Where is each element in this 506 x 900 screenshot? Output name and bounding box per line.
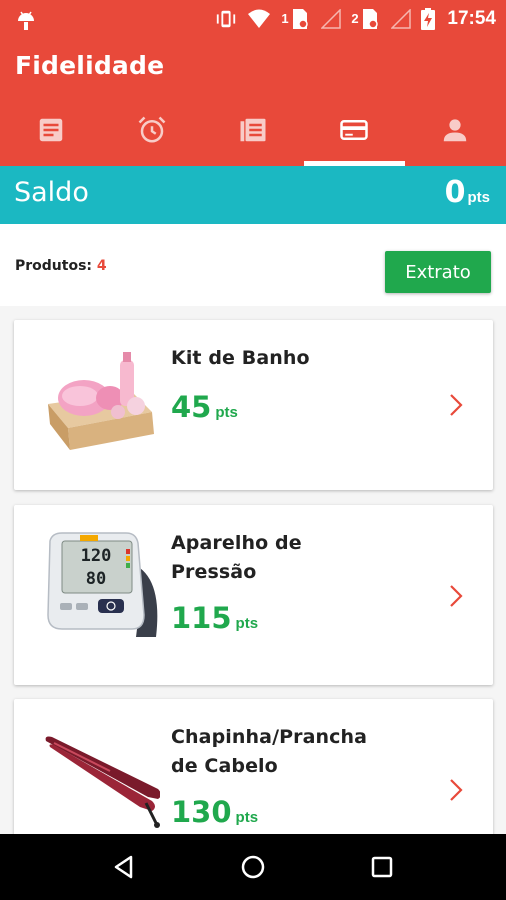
svg-text:80: 80: [86, 569, 106, 589]
back-icon[interactable]: [109, 852, 139, 882]
android-icon: [18, 11, 34, 30]
status-bar: 1 2 17:54: [0, 0, 506, 38]
clock: 17:54: [447, 8, 496, 29]
sim2-label: 2: [351, 11, 359, 26]
document-icon: [39, 118, 62, 142]
list-header: Produtos: 4 Extrato: [0, 224, 506, 306]
svg-text:120: 120: [81, 546, 112, 566]
chevron-right-icon: [450, 585, 463, 607]
home-icon[interactable]: [238, 852, 268, 882]
recents-icon[interactable]: [367, 852, 397, 882]
product-name: Kit de Banho: [171, 347, 310, 369]
system-nav-bar: [0, 834, 506, 900]
balance-points: 0: [444, 175, 466, 210]
tab-documents[interactable]: [0, 108, 101, 166]
products-label: Produtos:: [15, 258, 93, 274]
product-points-value: 130: [171, 795, 232, 829]
battery-charging-icon: [421, 8, 436, 30]
product-points-unit: pts: [235, 615, 259, 632]
product-points-value: 45: [171, 390, 212, 424]
alarm-icon: [138, 116, 166, 143]
vibrate-icon: [217, 10, 236, 28]
card-icon: [340, 120, 368, 140]
product-points: 115 pts: [171, 601, 258, 635]
chevron-right-icon: [450, 779, 463, 801]
product-list-area[interactable]: Produtos: 4 Extrato Kit de Banho 45 pts: [0, 224, 506, 834]
sim-icon: 1: [281, 8, 311, 30]
hair-straightener-image: [45, 736, 160, 828]
signal-icon: [321, 9, 342, 29]
extrato-button[interactable]: Extrato: [385, 251, 491, 293]
balance-value: 0 pts: [445, 175, 490, 210]
product-card[interactable]: Chapinha/Prancha de Cabelo 130 pts: [14, 699, 493, 834]
tab-profile[interactable]: [405, 108, 506, 166]
balance-unit: pts: [467, 189, 491, 206]
tab-alarm[interactable]: [101, 108, 202, 166]
product-points: 130 pts: [171, 795, 258, 829]
product-points: 45 pts: [171, 390, 238, 424]
tab-list[interactable]: [202, 108, 303, 166]
product-card[interactable]: Kit de Banho 45 pts: [14, 320, 493, 490]
product-name: Aparelho de Pressão: [171, 532, 302, 583]
signal-icon: [391, 9, 412, 29]
product-card[interactable]: 120 80 Aparelho de Pressão 115 pts: [14, 505, 493, 685]
balance-bar: Saldo 0 pts: [0, 166, 506, 224]
person-icon: [444, 119, 467, 142]
product-name: Chapinha/Prancha de Cabelo: [171, 726, 368, 777]
sim1-label: 1: [281, 11, 289, 26]
products-count: Produtos: 4: [15, 258, 107, 274]
app-title: Fidelidade: [15, 51, 165, 80]
list-icon: [240, 118, 266, 142]
chevron-right-icon: [450, 394, 463, 416]
app-bar: Fidelidade: [0, 38, 506, 166]
product-points-unit: pts: [215, 404, 238, 421]
sim-icon: 2: [351, 8, 381, 30]
product-points-unit: pts: [235, 809, 259, 826]
products-count-value: 4: [96, 258, 107, 274]
wifi-icon: [248, 9, 271, 28]
tab-bar: [0, 108, 506, 166]
bath-kit-image: [48, 352, 154, 450]
tab-card[interactable]: [303, 108, 405, 166]
blood-pressure-monitor-image: 120 80: [47, 532, 158, 637]
product-points-value: 115: [171, 601, 232, 635]
balance-label: Saldo: [14, 177, 89, 208]
